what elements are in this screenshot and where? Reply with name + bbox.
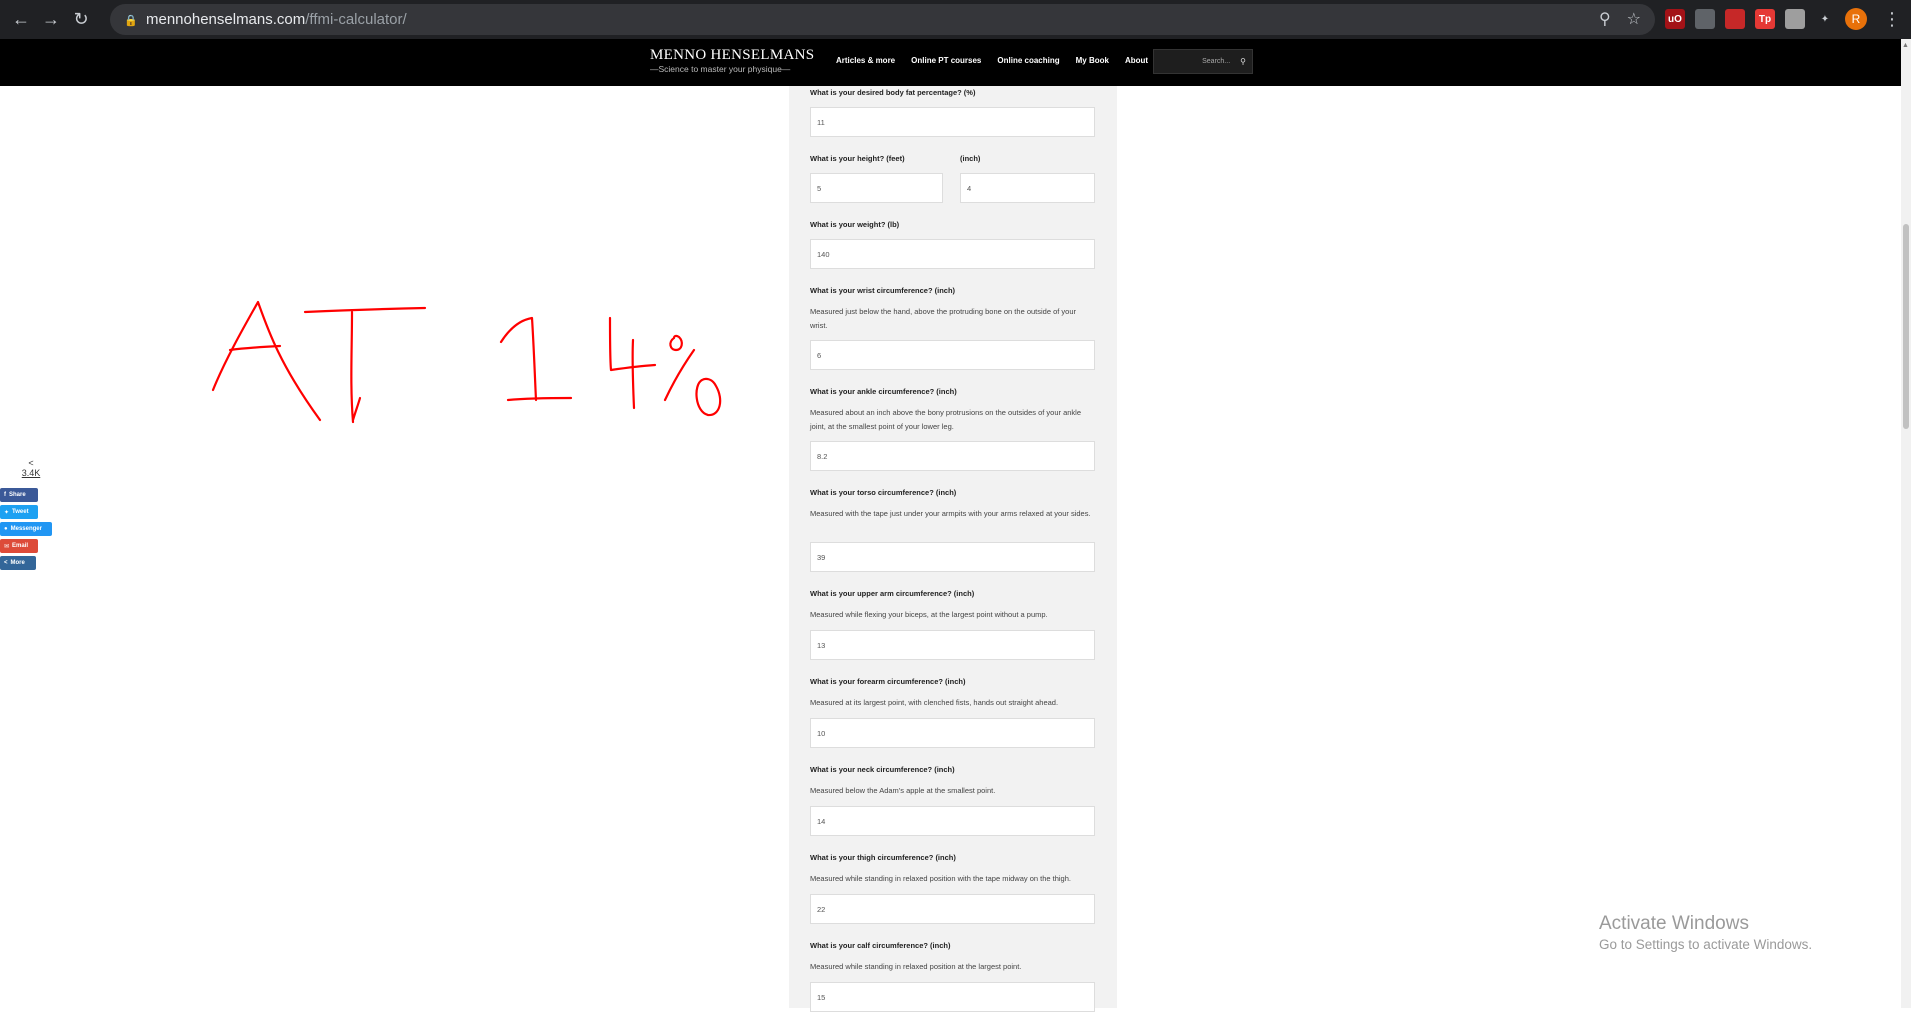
site-search-input[interactable]: Search... ⚲ bbox=[1153, 49, 1253, 74]
messenger-icon: ● bbox=[4, 526, 8, 532]
email-icon: ✉ bbox=[4, 543, 10, 550]
weight-input[interactable]: 140 bbox=[810, 239, 1095, 269]
ublock-icon[interactable]: uO bbox=[1665, 9, 1685, 29]
tweet-label: Tweet bbox=[12, 509, 29, 515]
question-wrist: What is your wrist circumference? (inch) bbox=[810, 286, 956, 295]
browser-menu-icon[interactable]: ⋮ bbox=[1883, 9, 1901, 30]
handwritten-annotation bbox=[211, 300, 722, 424]
more-share-button[interactable]: < More bbox=[0, 556, 36, 570]
more-label: More bbox=[10, 560, 25, 566]
url-host: mennohenselmans.com bbox=[146, 11, 306, 28]
hint-thigh: Measured while standing in relaxed posit… bbox=[810, 874, 1071, 883]
twitter-icon: ✦ bbox=[4, 509, 10, 516]
profile-avatar[interactable]: R bbox=[1845, 8, 1867, 30]
menu-item-online-pt-courses[interactable]: Online PT courses bbox=[911, 56, 981, 65]
desired-body-fat-input[interactable]: 11 bbox=[810, 107, 1095, 137]
question-forearm: What is your forearm circumference? (inc… bbox=[810, 677, 966, 686]
url-path: /ffmi-calculator/ bbox=[305, 11, 407, 28]
logo-title: MENNO HENSELMANS bbox=[650, 47, 815, 63]
facebook-share-button[interactable]: f Share bbox=[0, 488, 38, 502]
hint-wrist: Measured just below the hand, above the … bbox=[810, 307, 1077, 330]
question-calf: What is your calf circumference? (inch) bbox=[810, 941, 951, 950]
reader-icon[interactable] bbox=[1695, 9, 1715, 29]
share-label: Share bbox=[9, 492, 26, 498]
height-feet-input[interactable]: 5 bbox=[810, 173, 943, 203]
site-header: MENNO HENSELMANS —Science to master your… bbox=[0, 39, 1901, 86]
question-torso: What is your torso circumference? (inch) bbox=[810, 488, 957, 497]
share-count: < 3.4K bbox=[20, 458, 42, 478]
question-upper-arm: What is your upper arm circumference? (i… bbox=[810, 589, 975, 598]
share-count-value: 3.4K bbox=[21, 468, 41, 478]
hint-torso: Measured with the tape just under your a… bbox=[810, 509, 1091, 518]
tweet-button[interactable]: ✦ Tweet bbox=[0, 505, 38, 519]
reload-icon[interactable]: ↻ bbox=[66, 5, 96, 35]
bookmark-star-icon[interactable]: ☆ bbox=[1627, 9, 1641, 29]
messenger-share-button[interactable]: ● Messenger bbox=[0, 522, 52, 536]
question-height-feet: What is your height? (feet) bbox=[810, 154, 905, 163]
menu-item-my-book[interactable]: My Book bbox=[1076, 56, 1109, 65]
browser-toolbar: ← → ↻ 🔒 mennohenselmans.com/ffmi-calcula… bbox=[0, 0, 1911, 39]
question-height-inch: (inch) bbox=[960, 154, 981, 163]
wrist-input[interactable]: 6 bbox=[810, 340, 1095, 370]
address-bar[interactable]: 🔒 mennohenselmans.com/ffmi-calculator/ ⚲… bbox=[110, 4, 1655, 35]
menu-item-online-coaching[interactable]: Online coaching bbox=[997, 56, 1059, 65]
scrollbar-thumb[interactable] bbox=[1903, 224, 1909, 429]
hint-calf: Measured while standing in relaxed posit… bbox=[810, 962, 1022, 971]
question-weight: What is your weight? (lb) bbox=[810, 220, 900, 229]
messenger-label: Messenger bbox=[10, 526, 42, 532]
hint-ankle: Measured about an inch above the bony pr… bbox=[810, 408, 1082, 431]
height-inch-input[interactable]: 4 bbox=[960, 173, 1095, 203]
back-icon[interactable]: ← bbox=[6, 5, 36, 35]
scroll-up-icon[interactable]: ▲ bbox=[1902, 42, 1909, 49]
logo-subtitle: —Science to master your physique— bbox=[650, 64, 791, 74]
search-placeholder: Search... bbox=[1202, 58, 1231, 65]
neck-input[interactable]: 14 bbox=[810, 806, 1095, 836]
torso-input[interactable]: 39 bbox=[810, 542, 1095, 572]
activate-windows-watermark: Activate Windows Go to Settings to activ… bbox=[1599, 913, 1812, 952]
thigh-input[interactable]: 22 bbox=[810, 894, 1095, 924]
ffmi-calculator-form: What is your desired body fat percentage… bbox=[789, 86, 1117, 1012]
more-icon: < bbox=[4, 560, 8, 566]
site-logo[interactable]: MENNO HENSELMANS —Science to master your… bbox=[650, 47, 815, 74]
zoom-icon[interactable]: ⚲ bbox=[1599, 9, 1611, 29]
question-neck: What is your neck circumference? (inch) bbox=[810, 765, 955, 774]
main-menu: Articles & more Online PT courses Online… bbox=[836, 56, 1148, 65]
hint-forearm: Measured at its largest point, with clen… bbox=[810, 698, 1059, 707]
page-scrollbar[interactable]: ▲ bbox=[1901, 39, 1911, 1008]
facebook-icon: f bbox=[4, 492, 6, 498]
extensions-bar: uO Tp ✦ R ⋮ bbox=[1665, 8, 1901, 30]
question-ankle: What is your ankle circumference? (inch) bbox=[810, 387, 957, 396]
forward-icon[interactable]: → bbox=[36, 5, 66, 35]
email-share-button[interactable]: ✉ Email bbox=[0, 539, 38, 553]
mail-icon[interactable] bbox=[1725, 9, 1745, 29]
hint-neck: Measured below the Adam's apple at the s… bbox=[810, 786, 996, 795]
forearm-input[interactable]: 10 bbox=[810, 718, 1095, 748]
email-label: Email bbox=[12, 543, 29, 549]
lock-icon: 🔒 bbox=[124, 14, 138, 27]
puzzle-icon[interactable]: ✦ bbox=[1815, 9, 1835, 29]
calculator-icon[interactable] bbox=[1785, 9, 1805, 29]
search-icon[interactable]: ⚲ bbox=[1240, 57, 1246, 66]
watermark-subtitle: Go to Settings to activate Windows. bbox=[1599, 937, 1813, 952]
watermark-title: Activate Windows bbox=[1599, 913, 1749, 934]
question-desired-body-fat: What is your desired body fat percentage… bbox=[810, 88, 976, 97]
menu-item-articles[interactable]: Articles & more bbox=[836, 56, 895, 65]
question-thigh: What is your thigh circumference? (inch) bbox=[810, 853, 956, 862]
upper-arm-input[interactable]: 13 bbox=[810, 630, 1095, 660]
menu-item-about[interactable]: About bbox=[1125, 56, 1148, 65]
tp-icon[interactable]: Tp bbox=[1755, 9, 1775, 29]
ankle-input[interactable]: 8.2 bbox=[810, 441, 1095, 471]
share-arrow-icon: < bbox=[28, 458, 34, 468]
hint-upper-arm: Measured while flexing your biceps, at t… bbox=[810, 610, 1048, 619]
